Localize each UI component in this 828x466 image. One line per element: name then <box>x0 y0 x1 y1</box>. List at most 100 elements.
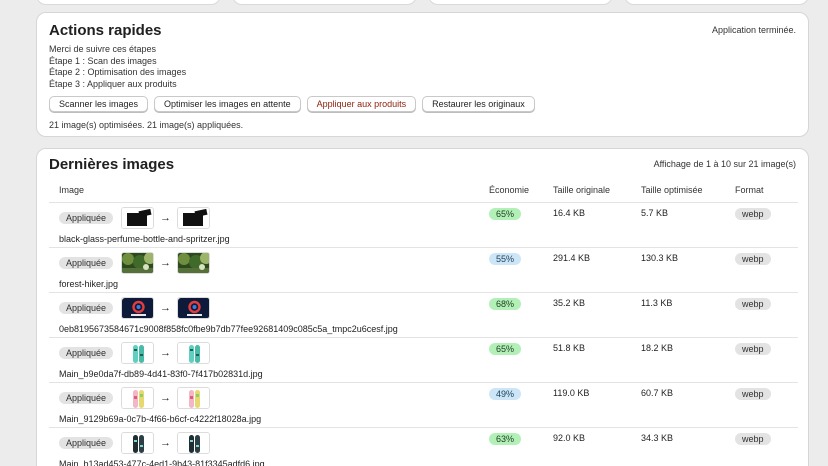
arrow-right-icon: → <box>160 211 172 224</box>
optimized-thumbnail[interactable] <box>177 341 211 364</box>
image-cell: Appliquée → black-glass-perfume-bottle-and… <box>49 202 489 248</box>
table-row: Appliquée → black-glass-perfume-bottle-and… <box>49 202 798 248</box>
recent-images-title: Dernières images <box>49 156 175 173</box>
optimized-size-cell: 34.3 KB <box>641 427 735 466</box>
economy-badge: 49% <box>489 387 522 400</box>
action-buttons: Scanner les images Optimiser les images … <box>49 96 535 112</box>
format-cell: webp <box>735 337 798 383</box>
header-economy: Économie <box>489 179 553 203</box>
stat-card-stub <box>428 0 613 5</box>
original-size-cell: 119.0 KB <box>553 382 641 428</box>
table-row: Appliquée → Main_b9e0da7f-db89-4d41-83f0-7… <box>49 337 798 383</box>
economy-badge: 65% <box>489 207 522 220</box>
original-thumbnail[interactable] <box>121 296 155 319</box>
step-3: Étape 3 : Appliquer aux produits <box>49 79 177 90</box>
image-preview-line: Appliquée → <box>59 206 489 229</box>
applied-status-badge: Appliquée <box>59 256 114 269</box>
economy-badge: 65% <box>489 342 522 355</box>
economy-badge: 55% <box>489 252 522 265</box>
steps-intro: Merci de suivre ces étapes <box>49 44 157 54</box>
format-badge: webp <box>735 207 771 220</box>
format-badge: webp <box>735 387 771 400</box>
applied-status-badge: Appliquée <box>59 211 114 224</box>
original-size-cell: 92.0 KB <box>553 427 641 466</box>
table-header-row: Image Économie Taille originale Taille o… <box>49 179 798 203</box>
optimized-size-cell: 11.3 KB <box>641 292 735 338</box>
image-preview-line: Appliquée → <box>59 431 489 454</box>
header-image: Image <box>49 179 489 203</box>
arrow-right-icon: → <box>160 391 172 404</box>
optimized-size-cell: 130.3 KB <box>641 247 735 293</box>
table-row: Appliquée → forest-hiker.jpg 55% 291.4 KB 130… <box>49 247 798 293</box>
applied-status-badge: Appliquée <box>59 391 114 404</box>
optimized-thumbnail[interactable] <box>177 296 211 319</box>
file-name: black-glass-perfume-bottle-and-spritzer.… <box>59 233 230 244</box>
format-cell: webp <box>735 292 798 338</box>
header-format: Format <box>735 179 798 203</box>
table-row: Appliquée → Main_b13ad453-477c-4ed1-9b43-8… <box>49 427 798 466</box>
image-preview-line: Appliquée → <box>59 296 489 319</box>
table-row: Appliquée → Main_9129b69a-0c7b-4f66-b6cf-c… <box>49 382 798 428</box>
original-thumbnail[interactable] <box>121 386 155 409</box>
optimize-pending-button[interactable]: Optimiser les images en attente <box>154 96 301 112</box>
arrow-right-icon: → <box>160 256 172 269</box>
image-cell: Appliquée → 0eb8195673584671c9008f858fc0fb… <box>49 292 489 338</box>
file-name: Main_9129b69a-0c7b-4f66-b6cf-c4222f18028… <box>59 413 262 424</box>
original-thumbnail[interactable] <box>121 341 155 364</box>
file-name: forest-hiker.jpg <box>59 278 119 289</box>
arrow-right-icon: → <box>160 436 172 449</box>
original-thumbnail[interactable] <box>121 206 155 229</box>
image-cell: Appliquée → Main_b9e0da7f-db89-4d41-83f0-7… <box>49 337 489 383</box>
applied-status-badge: Appliquée <box>59 301 114 314</box>
applied-status-badge: Appliquée <box>59 436 114 449</box>
format-cell: webp <box>735 247 798 293</box>
optimized-thumbnail[interactable] <box>177 251 211 274</box>
optimization-summary: 21 image(s) optimisées. 21 image(s) appl… <box>49 120 244 130</box>
economy-badge: 68% <box>489 297 522 310</box>
step-1: Étape 1 : Scan des images <box>49 55 157 66</box>
image-cell: Appliquée → Main_b13ad453-477c-4ed1-9b43-8… <box>49 427 489 466</box>
economy-cell: 65% <box>489 337 553 383</box>
recent-images-card: Dernières images Affichage de 1 à 10 sur… <box>36 148 809 466</box>
arrow-right-icon: → <box>160 346 172 359</box>
stat-card-stub <box>232 0 417 5</box>
optimized-size-cell: 18.2 KB <box>641 337 735 383</box>
restore-originals-button[interactable]: Restaurer les originaux <box>422 96 535 112</box>
economy-cell: 55% <box>489 247 553 293</box>
pagination-range: Affichage de 1 à 10 sur 21 image(s) <box>653 159 796 169</box>
scan-images-button[interactable]: Scanner les images <box>49 96 149 112</box>
format-cell: webp <box>735 202 798 248</box>
format-badge: webp <box>735 252 771 265</box>
original-thumbnail[interactable] <box>121 251 155 274</box>
optimized-size-cell: 5.7 KB <box>641 202 735 248</box>
image-preview-line: Appliquée → <box>59 386 489 409</box>
apply-to-products-button[interactable]: Appliquer aux produits <box>306 96 417 112</box>
file-name: Main_b13ad453-477c-4ed1-9b43-81f3345adfd… <box>59 458 265 466</box>
step-2: Étape 2 : Optimisation des images <box>49 67 187 78</box>
optimized-thumbnail[interactable] <box>177 386 211 409</box>
format-badge: webp <box>735 432 771 445</box>
header-optimized-size: Taille optimisée <box>641 179 735 203</box>
optimized-size-cell: 60.7 KB <box>641 382 735 428</box>
file-name: Main_b9e0da7f-db89-4d41-83f0-7f417b02831… <box>59 368 263 379</box>
quick-actions-card: Actions rapides Application terminée. Me… <box>36 12 809 137</box>
economy-cell: 63% <box>489 427 553 466</box>
application-status: Application terminée. <box>711 25 796 35</box>
original-size-cell: 51.8 KB <box>553 337 641 383</box>
stat-card-stub <box>624 0 809 5</box>
image-preview-line: Appliquée → <box>59 251 489 274</box>
optimized-thumbnail[interactable] <box>177 206 211 229</box>
original-thumbnail[interactable] <box>121 431 155 454</box>
format-cell: webp <box>735 427 798 466</box>
optimized-thumbnail[interactable] <box>177 431 211 454</box>
economy-cell: 65% <box>489 202 553 248</box>
previous-cards-edge <box>0 0 828 6</box>
format-badge: webp <box>735 342 771 355</box>
image-cell: Appliquée → forest-hiker.jpg <box>49 247 489 293</box>
format-cell: webp <box>735 382 798 428</box>
stat-card-stub <box>36 0 221 5</box>
original-size-cell: 16.4 KB <box>553 202 641 248</box>
original-size-cell: 291.4 KB <box>553 247 641 293</box>
arrow-right-icon: → <box>160 301 172 314</box>
image-cell: Appliquée → Main_9129b69a-0c7b-4f66-b6cf-c… <box>49 382 489 428</box>
